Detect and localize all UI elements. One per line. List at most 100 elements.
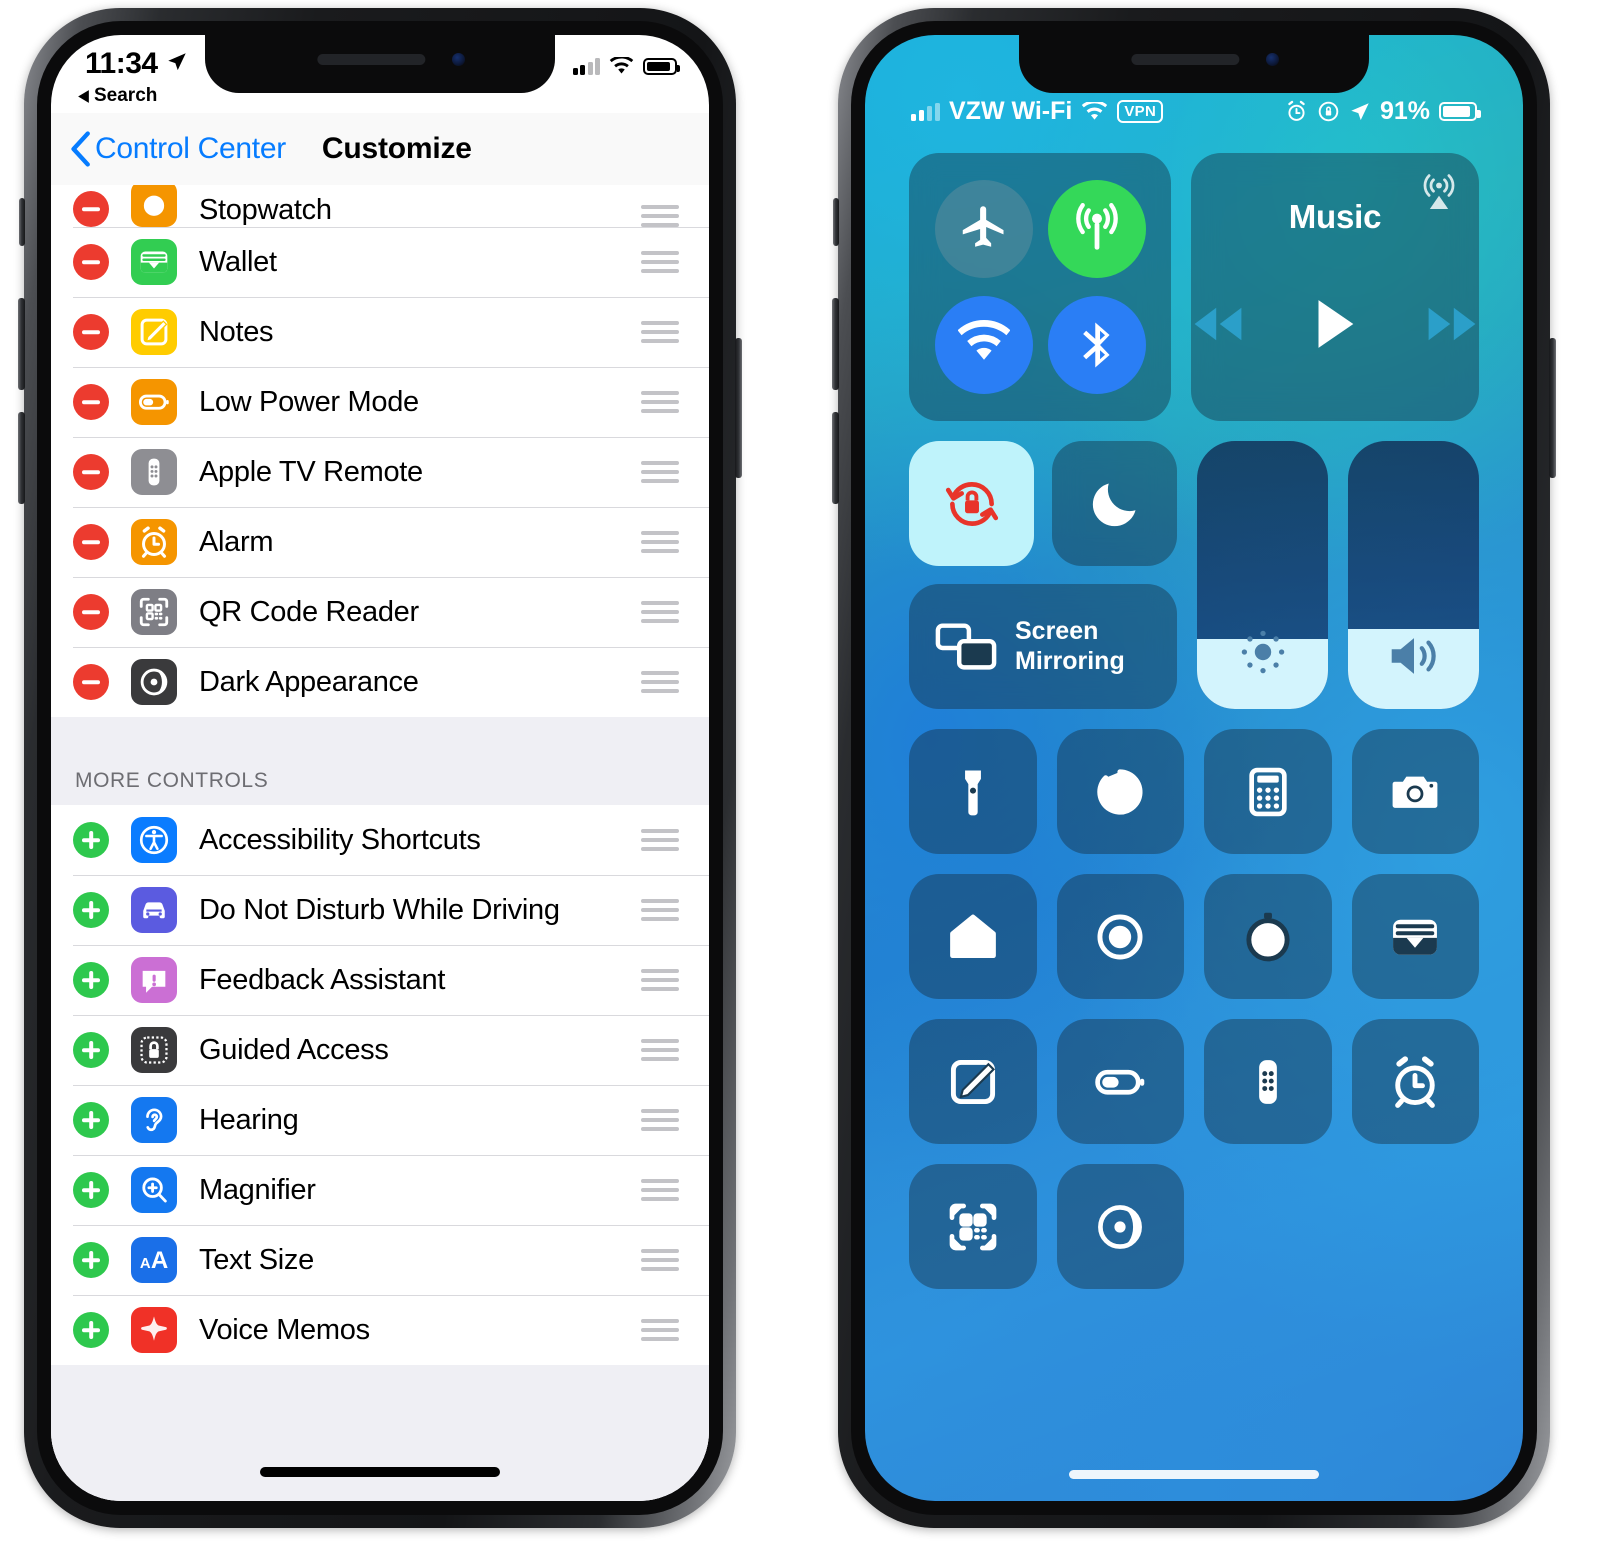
list-item[interactable]: Low Power Mode: [51, 367, 709, 437]
volume-down-button[interactable]: [18, 412, 25, 504]
list-item[interactable]: Notes: [51, 297, 709, 367]
add-control-button[interactable]: [73, 1172, 109, 1208]
back-button-control-center[interactable]: Control Center: [69, 131, 286, 167]
front-camera: [452, 53, 465, 66]
reorder-handle-icon[interactable]: [641, 461, 679, 483]
magnifier-icon: [131, 1167, 177, 1213]
reorder-handle-icon[interactable]: [641, 1109, 679, 1131]
reorder-handle-icon[interactable]: [641, 1319, 679, 1341]
home-tile[interactable]: [909, 874, 1037, 999]
remove-control-button[interactable]: [73, 314, 109, 350]
status-right-group: [572, 57, 680, 76]
list-item[interactable]: Wallet: [51, 227, 709, 297]
slider-group: [1197, 441, 1479, 709]
mute-switch[interactable]: [19, 198, 25, 246]
qr-code-reader-tile[interactable]: [909, 1164, 1037, 1289]
list-item[interactable]: Stopwatch: [51, 185, 709, 227]
music-module[interactable]: Music: [1191, 153, 1479, 421]
list-item[interactable]: Do Not Disturb While Driving: [51, 875, 709, 945]
reorder-handle-icon[interactable]: [641, 1249, 679, 1271]
fast-forward-icon[interactable]: [1425, 304, 1479, 344]
list-item-label: Stopwatch: [199, 194, 332, 226]
notes-tile[interactable]: [909, 1019, 1037, 1144]
list-item[interactable]: Accessibility Shortcuts: [51, 805, 709, 875]
add-control-button[interactable]: [73, 1312, 109, 1348]
list-item[interactable]: Apple TV Remote: [51, 437, 709, 507]
back-to-search-link[interactable]: Search: [77, 85, 157, 107]
timer-tile[interactable]: [1056, 729, 1184, 854]
list-item-label: Magnifier: [199, 1173, 316, 1206]
reorder-handle-icon[interactable]: [641, 601, 679, 623]
reorder-handle-icon[interactable]: [641, 671, 679, 693]
remove-control-button[interactable]: [73, 524, 109, 560]
list-item[interactable]: Voice Memos: [51, 1295, 709, 1365]
remove-control-button[interactable]: [73, 384, 109, 420]
play-icon[interactable]: [1313, 298, 1357, 350]
side-button[interactable]: [1549, 338, 1556, 478]
add-control-button[interactable]: [73, 1102, 109, 1138]
mirror-line1: Screen: [1015, 617, 1099, 645]
alarm-tile[interactable]: [1351, 1019, 1479, 1144]
remove-control-button[interactable]: [73, 664, 109, 700]
add-control-button[interactable]: [73, 1032, 109, 1068]
airplay-audio-icon[interactable]: [1417, 169, 1461, 213]
home-indicator[interactable]: [260, 1467, 500, 1477]
list-item[interactable]: Feedback Assistant: [51, 945, 709, 1015]
wifi-toggle[interactable]: [934, 296, 1033, 394]
add-control-button[interactable]: [73, 822, 109, 858]
list-item[interactable]: Guided Access: [51, 1015, 709, 1085]
reorder-handle-icon[interactable]: [641, 1039, 679, 1061]
remove-control-button[interactable]: [73, 191, 109, 227]
reorder-handle-icon[interactable]: [641, 251, 679, 273]
list-item[interactable]: A A Text Size: [51, 1225, 709, 1295]
screen-mirroring-toggle[interactable]: Screen Mirroring: [909, 584, 1177, 709]
more-controls-header: MORE CONTROLS: [51, 717, 709, 805]
list-item[interactable]: Hearing: [51, 1085, 709, 1155]
apple-tv-remote-tile[interactable]: [1204, 1019, 1332, 1144]
orientation-lock-toggle[interactable]: [909, 441, 1034, 566]
wallet-tile[interactable]: [1351, 874, 1479, 999]
do-not-disturb-toggle[interactable]: [1052, 441, 1177, 566]
bluetooth-toggle[interactable]: [1047, 296, 1146, 394]
brightness-slider[interactable]: [1197, 441, 1328, 709]
reorder-handle-icon[interactable]: [641, 391, 679, 413]
volume-up-button[interactable]: [18, 298, 25, 390]
reorder-handle-icon[interactable]: [641, 1179, 679, 1201]
stopwatch-tile[interactable]: [1204, 874, 1332, 999]
reorder-handle-icon[interactable]: [641, 829, 679, 851]
add-control-button[interactable]: [73, 962, 109, 998]
remove-control-button[interactable]: [73, 594, 109, 630]
screen-recording-tile[interactable]: [1056, 874, 1184, 999]
add-control-button[interactable]: [73, 892, 109, 928]
list-item[interactable]: Magnifier: [51, 1155, 709, 1225]
flashlight-tile[interactable]: [909, 729, 1037, 854]
low-power-mode-tile[interactable]: [1056, 1019, 1184, 1144]
camera-tile[interactable]: [1351, 729, 1479, 854]
reorder-handle-icon[interactable]: [641, 899, 679, 921]
reorder-handle-icon[interactable]: [641, 205, 679, 227]
list-item[interactable]: Dark Appearance: [51, 647, 709, 717]
calculator-tile[interactable]: [1204, 729, 1332, 854]
volume-slider[interactable]: [1348, 441, 1479, 709]
remove-control-button[interactable]: [73, 244, 109, 280]
volume-down-button[interactable]: [832, 412, 839, 504]
cellular-bars-icon: [572, 58, 600, 75]
rewind-icon[interactable]: [1191, 304, 1245, 344]
home-indicator[interactable]: [1069, 1470, 1319, 1479]
side-button[interactable]: [735, 338, 742, 478]
mute-switch[interactable]: [833, 198, 839, 246]
list-item-label: Dark Appearance: [199, 665, 419, 698]
list-item[interactable]: Alarm: [51, 507, 709, 577]
customize-list[interactable]: Stopwatch Wallet Notes Low Power Mode Apple …: [51, 185, 709, 1501]
reorder-handle-icon[interactable]: [641, 321, 679, 343]
remove-control-button[interactable]: [73, 454, 109, 490]
airplane-mode-toggle[interactable]: [934, 180, 1033, 278]
alarm-icon: [1288, 100, 1305, 121]
reorder-handle-icon[interactable]: [641, 969, 679, 991]
volume-up-button[interactable]: [832, 298, 839, 390]
dark-appearance-tile[interactable]: [1056, 1164, 1184, 1289]
list-item[interactable]: QR Code Reader: [51, 577, 709, 647]
reorder-handle-icon[interactable]: [641, 531, 679, 553]
add-control-button[interactable]: [73, 1242, 109, 1278]
cellular-data-toggle[interactable]: [1047, 180, 1146, 278]
